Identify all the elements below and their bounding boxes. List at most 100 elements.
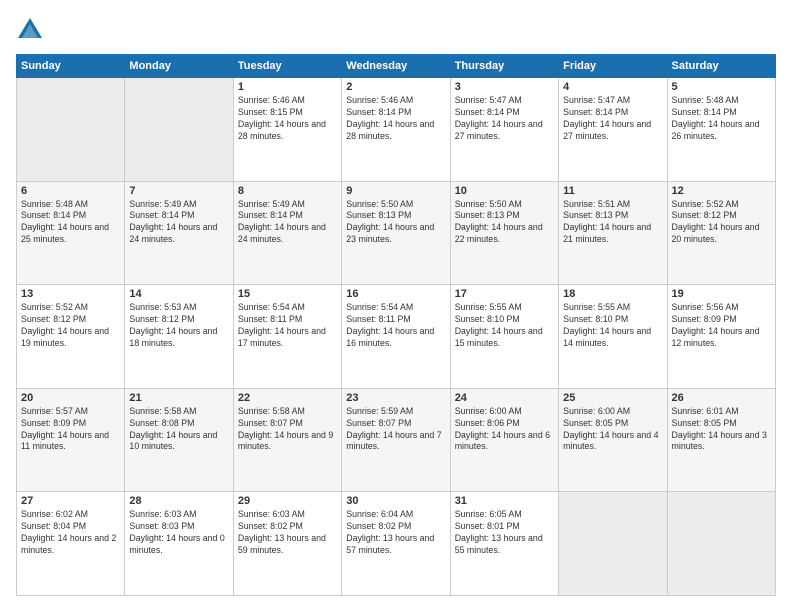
- calendar-cell: 20 Sunrise: 5:57 AMSunset: 8:09 PMDayligh…: [17, 388, 125, 492]
- day-number: 8: [238, 185, 337, 197]
- calendar-cell: 16 Sunrise: 5:54 AMSunset: 8:11 PMDayligh…: [342, 285, 450, 389]
- weekday-header: Saturday: [667, 55, 775, 78]
- day-info: Sunrise: 5:53 AMSunset: 8:12 PMDaylight:…: [129, 302, 228, 350]
- calendar-cell: 27 Sunrise: 6:02 AMSunset: 8:04 PMDayligh…: [17, 492, 125, 596]
- calendar-cell: 15 Sunrise: 5:54 AMSunset: 8:11 PMDayligh…: [233, 285, 341, 389]
- day-info: Sunrise: 6:03 AMSunset: 8:03 PMDaylight:…: [129, 509, 228, 557]
- day-info: Sunrise: 5:50 AMSunset: 8:13 PMDaylight:…: [346, 199, 445, 247]
- day-number: 31: [455, 495, 554, 507]
- calendar-cell: [17, 78, 125, 182]
- day-number: 11: [563, 185, 662, 197]
- day-number: 16: [346, 288, 445, 300]
- day-info: Sunrise: 5:51 AMSunset: 8:13 PMDaylight:…: [563, 199, 662, 247]
- calendar-cell: 7Sunrise: 5:49 AMSunset: 8:14 PMDaylight…: [125, 181, 233, 285]
- day-info: Sunrise: 5:50 AMSunset: 8:13 PMDaylight:…: [455, 199, 554, 247]
- day-number: 26: [672, 392, 771, 404]
- calendar-cell: 1 Sunrise: 5:46 AMSunset: 8:15 PMDaylight…: [233, 78, 341, 182]
- calendar-cell: 14Sunrise: 5:53 AMSunset: 8:12 PMDayligh…: [125, 285, 233, 389]
- day-info: Sunrise: 6:02 AMSunset: 8:04 PMDaylight:…: [21, 509, 120, 557]
- day-number: 22: [238, 392, 337, 404]
- day-number: 15: [238, 288, 337, 300]
- day-number: 30: [346, 495, 445, 507]
- day-number: 28: [129, 495, 228, 507]
- calendar-cell: 5Sunrise: 5:48 AMSunset: 8:14 PMDaylight…: [667, 78, 775, 182]
- day-info: Sunrise: 6:03 AMSunset: 8:02 PMDaylight:…: [238, 509, 337, 557]
- calendar-cell: 13Sunrise: 5:52 AMSunset: 8:12 PMDayligh…: [17, 285, 125, 389]
- day-number: 12: [672, 185, 771, 197]
- day-info: Sunrise: 5:49 AMSunset: 8:14 PMDaylight:…: [129, 199, 228, 247]
- day-info: Sunrise: 6:04 AMSunset: 8:02 PMDaylight:…: [346, 509, 445, 557]
- day-info: Sunrise: 5:46 AMSunset: 8:15 PMDaylight:…: [238, 95, 337, 143]
- weekday-header: Friday: [559, 55, 667, 78]
- calendar-cell: 11 Sunrise: 5:51 AMSunset: 8:13 PMDayligh…: [559, 181, 667, 285]
- day-info: Sunrise: 5:47 AMSunset: 8:14 PMDaylight:…: [563, 95, 662, 143]
- day-info: Sunrise: 5:54 AMSunset: 8:11 PMDaylight:…: [238, 302, 337, 350]
- day-number: 25: [563, 392, 662, 404]
- calendar-cell: 18Sunrise: 5:55 AMSunset: 8:10 PMDayligh…: [559, 285, 667, 389]
- day-number: 2: [346, 81, 445, 93]
- calendar-cell: [667, 492, 775, 596]
- weekday-header: Monday: [125, 55, 233, 78]
- calendar-cell: 9 Sunrise: 5:50 AMSunset: 8:13 PMDaylight…: [342, 181, 450, 285]
- day-number: 10: [455, 185, 554, 197]
- day-info: Sunrise: 5:58 AMSunset: 8:08 PMDaylight:…: [129, 406, 228, 454]
- day-info: Sunrise: 5:55 AMSunset: 8:10 PMDaylight:…: [455, 302, 554, 350]
- calendar-header: SundayMondayTuesdayWednesdayThursdayFrid…: [17, 55, 776, 78]
- day-info: Sunrise: 6:05 AMSunset: 8:01 PMDaylight:…: [455, 509, 554, 557]
- day-info: Sunrise: 5:46 AMSunset: 8:14 PMDaylight:…: [346, 95, 445, 143]
- calendar-cell: 2 Sunrise: 5:46 AMSunset: 8:14 PMDaylight…: [342, 78, 450, 182]
- calendar-cell: 4Sunrise: 5:47 AMSunset: 8:14 PMDaylight…: [559, 78, 667, 182]
- weekday-header: Wednesday: [342, 55, 450, 78]
- day-number: 21: [129, 392, 228, 404]
- calendar-cell: 10 Sunrise: 5:50 AMSunset: 8:13 PMDayligh…: [450, 181, 558, 285]
- calendar-cell: 6 Sunrise: 5:48 AMSunset: 8:14 PMDaylight…: [17, 181, 125, 285]
- day-number: 23: [346, 392, 445, 404]
- day-info: Sunrise: 5:57 AMSunset: 8:09 PMDaylight:…: [21, 406, 120, 454]
- calendar-week-row: 20 Sunrise: 5:57 AMSunset: 8:09 PMDayligh…: [17, 388, 776, 492]
- day-info: Sunrise: 5:48 AMSunset: 8:14 PMDaylight:…: [672, 95, 771, 143]
- day-number: 3: [455, 81, 554, 93]
- weekday-header: Thursday: [450, 55, 558, 78]
- calendar-cell: 29 Sunrise: 6:03 AMSunset: 8:02 PMDayligh…: [233, 492, 341, 596]
- day-info: Sunrise: 6:00 AMSunset: 8:06 PMDaylight:…: [455, 406, 554, 454]
- day-number: 18: [563, 288, 662, 300]
- day-info: Sunrise: 5:48 AMSunset: 8:14 PMDaylight:…: [21, 199, 120, 247]
- day-info: Sunrise: 5:54 AMSunset: 8:11 PMDaylight:…: [346, 302, 445, 350]
- logo: [16, 16, 48, 44]
- weekday-header: Tuesday: [233, 55, 341, 78]
- day-info: Sunrise: 5:59 AMSunset: 8:07 PMDaylight:…: [346, 406, 445, 454]
- day-number: 27: [21, 495, 120, 507]
- calendar-cell: 17 Sunrise: 5:55 AMSunset: 8:10 PMDayligh…: [450, 285, 558, 389]
- calendar-week-row: 13Sunrise: 5:52 AMSunset: 8:12 PMDayligh…: [17, 285, 776, 389]
- weekday-header: Sunday: [17, 55, 125, 78]
- calendar-week-row: 6 Sunrise: 5:48 AMSunset: 8:14 PMDaylight…: [17, 181, 776, 285]
- day-number: 29: [238, 495, 337, 507]
- calendar-cell: 25 Sunrise: 6:00 AMSunset: 8:05 PMDayligh…: [559, 388, 667, 492]
- calendar-cell: 21 Sunrise: 5:58 AMSunset: 8:08 PMDayligh…: [125, 388, 233, 492]
- calendar-week-row: 27 Sunrise: 6:02 AMSunset: 8:04 PMDayligh…: [17, 492, 776, 596]
- day-number: 6: [21, 185, 120, 197]
- day-number: 1: [238, 81, 337, 93]
- day-number: 9: [346, 185, 445, 197]
- day-info: Sunrise: 6:01 AMSunset: 8:05 PMDaylight:…: [672, 406, 771, 454]
- calendar-cell: 26 Sunrise: 6:01 AMSunset: 8:05 PMDayligh…: [667, 388, 775, 492]
- page: SundayMondayTuesdayWednesdayThursdayFrid…: [0, 0, 792, 612]
- calendar-week-row: 1 Sunrise: 5:46 AMSunset: 8:15 PMDaylight…: [17, 78, 776, 182]
- calendar-cell: [559, 492, 667, 596]
- calendar-cell: [125, 78, 233, 182]
- calendar-cell: 24 Sunrise: 6:00 AMSunset: 8:06 PMDayligh…: [450, 388, 558, 492]
- calendar-cell: 28 Sunrise: 6:03 AMSunset: 8:03 PMDayligh…: [125, 492, 233, 596]
- day-info: Sunrise: 6:00 AMSunset: 8:05 PMDaylight:…: [563, 406, 662, 454]
- logo-icon: [16, 16, 44, 44]
- day-number: 20: [21, 392, 120, 404]
- day-number: 17: [455, 288, 554, 300]
- calendar-cell: 22 Sunrise: 5:58 AMSunset: 8:07 PMDayligh…: [233, 388, 341, 492]
- calendar-cell: 19Sunrise: 5:56 AMSunset: 8:09 PMDayligh…: [667, 285, 775, 389]
- day-info: Sunrise: 5:58 AMSunset: 8:07 PMDaylight:…: [238, 406, 337, 454]
- calendar-cell: 3Sunrise: 5:47 AMSunset: 8:14 PMDaylight…: [450, 78, 558, 182]
- calendar-body: 1 Sunrise: 5:46 AMSunset: 8:15 PMDaylight…: [17, 78, 776, 596]
- day-number: 19: [672, 288, 771, 300]
- day-number: 24: [455, 392, 554, 404]
- calendar-cell: 8 Sunrise: 5:49 AMSunset: 8:14 PMDaylight…: [233, 181, 341, 285]
- day-info: Sunrise: 5:49 AMSunset: 8:14 PMDaylight:…: [238, 199, 337, 247]
